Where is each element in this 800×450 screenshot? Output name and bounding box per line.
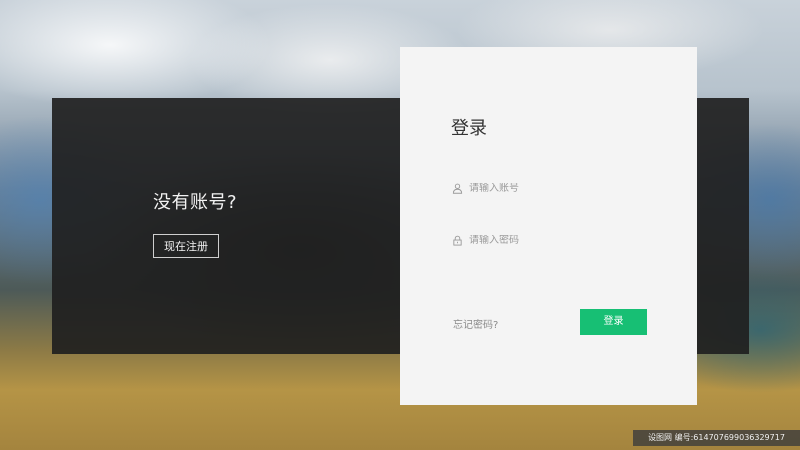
- user-icon: [451, 182, 463, 194]
- forgot-password-link[interactable]: 忘记密码?: [453, 316, 498, 331]
- account-input[interactable]: [469, 182, 639, 194]
- login-title: 登录: [451, 118, 487, 139]
- login-button[interactable]: 登录: [580, 309, 647, 335]
- login-card: 登录 忘记密码? 登录: [400, 47, 697, 405]
- register-now-button[interactable]: 现在注册: [153, 234, 219, 258]
- login-page: 没有账号? 现在注册 登录 忘记密码? 登录: [0, 0, 800, 450]
- lock-icon: [451, 234, 463, 246]
- account-field[interactable]: [451, 176, 647, 200]
- password-field[interactable]: [451, 228, 647, 252]
- no-account-prompt: 没有账号?: [153, 192, 238, 213]
- password-input[interactable]: [469, 234, 639, 246]
- watermark: 设图网 编号:614707699036329717: [633, 430, 800, 446]
